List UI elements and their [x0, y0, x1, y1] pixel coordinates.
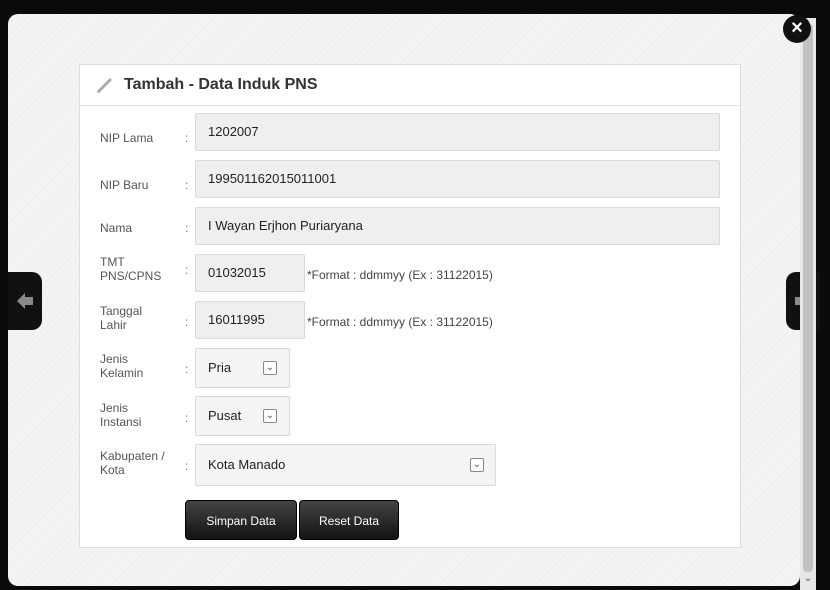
- page-title: Tambah - Data Induk PNS: [124, 76, 318, 93]
- tmt-input[interactable]: 01032015: [195, 254, 305, 292]
- kabupaten-kota-value: Kota Manado: [208, 457, 286, 472]
- chevron-down-icon[interactable]: ⌄: [263, 361, 277, 375]
- jenis-kelamin-label: Jenis Kelamin: [100, 352, 144, 380]
- separator: :: [185, 362, 189, 376]
- tanggal-lahir-input[interactable]: 16011995: [195, 301, 305, 339]
- scrollbar[interactable]: ⌄: [800, 18, 816, 590]
- separator: :: [185, 411, 189, 425]
- save-button[interactable]: Simpan Data: [185, 500, 297, 540]
- jenis-kelamin-select[interactable]: Pria ⌄: [195, 348, 290, 388]
- separator: :: [185, 131, 189, 145]
- jenis-instansi-label: Jenis Instansi: [100, 401, 142, 429]
- jenis-instansi-value: Pusat: [208, 408, 242, 423]
- kabupaten-kota-label: Kabupaten / Kota: [100, 449, 165, 477]
- separator: :: [185, 315, 189, 329]
- kabupaten-kota-select[interactable]: Kota Manado ⌄: [195, 444, 496, 486]
- nip-lama-input[interactable]: 1202007: [195, 113, 720, 151]
- jenis-instansi-select[interactable]: Pusat ⌄: [195, 396, 290, 436]
- separator: :: [185, 263, 189, 277]
- arrow-left-icon: [17, 293, 33, 309]
- nip-baru-label: NIP Baru: [100, 178, 149, 192]
- tmt-label: TMT PNS/CPNS: [100, 255, 162, 283]
- chevron-down-icon[interactable]: ⌄: [470, 458, 484, 472]
- separator: :: [185, 459, 189, 473]
- tanggal-lahir-format-hint: *Format : ddmmyy (Ex : 31122015): [307, 315, 493, 329]
- reset-button[interactable]: Reset Data: [299, 500, 399, 540]
- nama-input[interactable]: I Wayan Erjhon Puriaryana: [195, 207, 720, 245]
- form-panel: Tambah - Data Induk PNS NIP Lama : 12020…: [79, 64, 741, 548]
- scroll-down-icon[interactable]: ⌄: [800, 570, 816, 586]
- nip-lama-label: NIP Lama: [100, 131, 154, 145]
- prev-arrow-button[interactable]: [8, 272, 42, 330]
- panel-header: Tambah - Data Induk PNS: [80, 65, 740, 106]
- scrollbar-thumb[interactable]: [803, 24, 813, 572]
- pencil-icon: [97, 78, 112, 93]
- separator: :: [185, 221, 189, 235]
- separator: :: [185, 178, 189, 192]
- close-button[interactable]: ×: [783, 15, 811, 43]
- chevron-down-icon[interactable]: ⌄: [263, 409, 277, 423]
- nip-baru-input[interactable]: 199501162015011001: [195, 160, 720, 198]
- nama-label: Nama: [100, 221, 133, 235]
- tanggal-lahir-label: Tanggal Lahir: [100, 304, 143, 332]
- tmt-format-hint: *Format : ddmmyy (Ex : 31122015): [307, 268, 493, 282]
- jenis-kelamin-value: Pria: [208, 360, 232, 375]
